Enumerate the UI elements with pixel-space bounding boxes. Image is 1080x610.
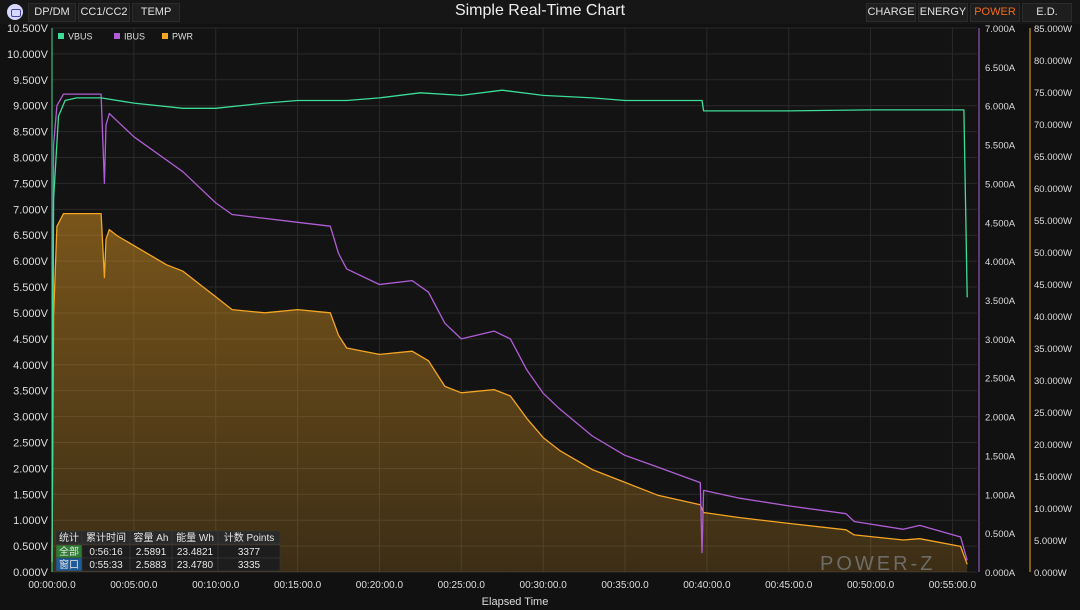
y-right1-tick-label: 7.000A xyxy=(985,24,1016,35)
x-tick-label: 00:45:00.0 xyxy=(765,580,813,591)
y-right1-tick-label: 5.000A xyxy=(985,179,1016,190)
tab-power[interactable]: POWER xyxy=(970,3,1020,22)
y-right1-tick-label: 1.000A xyxy=(985,490,1016,501)
y-right1-tick-label: 3.500A xyxy=(985,296,1016,307)
y-right1-tick-label: 0.000A xyxy=(985,568,1016,579)
y-left-tick-label: 2.000V xyxy=(13,463,49,475)
tab-charge[interactable]: CHARGE xyxy=(866,3,916,22)
y-right1-tick-label: 2.500A xyxy=(985,374,1016,385)
y-left-tick-label: 10.500V xyxy=(7,23,49,35)
y-left-tick-label: 3.000V xyxy=(13,412,49,424)
y-left-tick-label: 9.000V xyxy=(13,101,49,113)
stats-value: 0:55:33 xyxy=(89,560,123,571)
legend-swatch xyxy=(114,33,120,39)
top-bar: DP/DM CC1/CC2 TEMP Simple Real-Time Char… xyxy=(0,0,1080,24)
x-tick-label: 00:35:00.0 xyxy=(601,580,649,591)
y-right2-tick-label: 75.000W xyxy=(1034,88,1072,99)
x-tick-label: 00:00:00.0 xyxy=(28,580,76,591)
x-tick-label: 00:55:00.0 xyxy=(929,580,977,591)
y-right1-tick-label: 1.500A xyxy=(985,451,1016,462)
stats-value: 23.4821 xyxy=(177,547,214,558)
y-left-tick-label: 8.500V xyxy=(13,127,49,139)
y-right1-tick-label: 0.500A xyxy=(985,529,1016,540)
y-right2-tick-label: 60.000W xyxy=(1034,184,1072,195)
stats-table: 统计 累计时间 容量 Ah 能量 Wh 计数 Points 全部 0:56:16 2.5891… xyxy=(55,530,281,572)
y-right1-tick-label: 6.000A xyxy=(985,102,1016,113)
y-left-tick-label: 8.000V xyxy=(13,153,49,165)
stats-header: 容量 Ah xyxy=(133,531,168,544)
x-tick-label: 00:20:00.0 xyxy=(356,580,404,591)
stats-value: 2.5891 xyxy=(136,547,167,558)
legend-label: VBUS xyxy=(68,32,93,42)
stats-header: 累计时间 xyxy=(86,531,126,544)
y-right1-tick-label: 4.000A xyxy=(985,257,1016,268)
legend: VBUS IBUS PWR xyxy=(58,32,193,42)
stats-value: 全部 xyxy=(59,545,79,558)
y-right2-tick-label: 15.000W xyxy=(1034,472,1072,483)
y-left-tick-label: 3.500V xyxy=(13,386,49,398)
y-left-tick-label: 7.500V xyxy=(13,178,49,190)
y-right1-tick-label: 5.500A xyxy=(985,141,1016,152)
tab-ed[interactable]: E.D. xyxy=(1022,3,1072,22)
x-tick-label: 00:50:00.0 xyxy=(847,580,895,591)
x-tick-label: 00:10:00.0 xyxy=(192,580,240,591)
y-left-tick-label: 6.000V xyxy=(13,256,49,268)
y-left-tick-label: 1.000V xyxy=(13,515,49,527)
x-tick-label: 00:05:00.0 xyxy=(110,580,158,591)
y-left-tick-label: 0.000V xyxy=(13,567,49,579)
stats-header: 能量 Wh xyxy=(176,531,214,544)
y-right2-tick-label: 40.000W xyxy=(1034,312,1072,323)
y-right2-tick-label: 50.000W xyxy=(1034,248,1072,259)
y-right2-tick-label: 25.000W xyxy=(1034,408,1072,419)
y-right2-tick-label: 35.000W xyxy=(1034,344,1072,355)
legend-swatch xyxy=(58,33,64,39)
y-right1-tick-label: 3.000A xyxy=(985,335,1016,346)
x-tick-label: 00:25:00.0 xyxy=(438,580,486,591)
x-tick-label: 00:40:00.0 xyxy=(683,580,731,591)
stats-value: 窗口 xyxy=(59,558,79,571)
x-tick-label: 00:15:00.0 xyxy=(274,580,322,591)
y-right2-tick-label: 10.000W xyxy=(1034,504,1072,515)
stats-header: 统计 xyxy=(59,531,79,544)
y-left-tick-label: 4.500V xyxy=(13,334,49,346)
x-axis-label: Elapsed Time xyxy=(482,596,549,608)
y-right2-tick-label: 65.000W xyxy=(1034,152,1072,163)
y-right1-tick-label: 4.500A xyxy=(985,218,1016,229)
y-right2-tick-label: 45.000W xyxy=(1034,280,1072,291)
y-left-tick-label: 1.500V xyxy=(13,489,49,501)
y-right1-tick-label: 6.500A xyxy=(985,63,1016,74)
tab-energy[interactable]: ENERGY xyxy=(918,3,968,22)
y-right2-tick-label: 0.000W xyxy=(1034,568,1067,579)
stats-value: 3377 xyxy=(238,547,261,558)
y-right1-tick-label: 2.000A xyxy=(985,413,1016,424)
legend-label: PWR xyxy=(172,32,193,42)
stats-value: 3335 xyxy=(238,560,261,571)
legend-swatch xyxy=(162,33,168,39)
y-left-tick-label: 7.000V xyxy=(13,204,49,216)
y-right2-tick-label: 20.000W xyxy=(1034,440,1072,451)
y-right2-tick-label: 70.000W xyxy=(1034,120,1072,131)
watermark: POWER-Z xyxy=(820,553,935,575)
stats-value: 0:56:16 xyxy=(89,547,123,558)
y-right2-tick-label: 55.000W xyxy=(1034,216,1072,227)
y-left-tick-label: 0.500V xyxy=(13,541,49,553)
y-right2-tick-label: 5.000W xyxy=(1034,536,1067,547)
legend-label: IBUS xyxy=(124,32,145,42)
y-left-tick-label: 5.000V xyxy=(13,308,49,320)
stats-value: 23.4780 xyxy=(177,560,214,571)
y-left-tick-label: 6.500V xyxy=(13,230,49,242)
y-right2-tick-label: 80.000W xyxy=(1034,56,1072,67)
stats-header: 计数 Points xyxy=(224,531,275,544)
y-right2-tick-label: 85.000W xyxy=(1034,24,1072,35)
y-left-tick-label: 9.500V xyxy=(13,75,49,87)
y-left-tick-label: 10.000V xyxy=(7,49,49,61)
y-left-tick-label: 4.000V xyxy=(13,360,49,372)
y-left-tick-label: 2.500V xyxy=(13,437,49,449)
stats-value: 2.5883 xyxy=(136,560,167,571)
x-tick-label: 00:30:00.0 xyxy=(520,580,568,591)
y-left-tick-label: 5.500V xyxy=(13,282,49,294)
y-right2-tick-label: 30.000W xyxy=(1034,376,1072,387)
chart: 00:00:00.0 00:05:00.0 00:10:00.0 00:15:00.0… xyxy=(0,0,1080,610)
